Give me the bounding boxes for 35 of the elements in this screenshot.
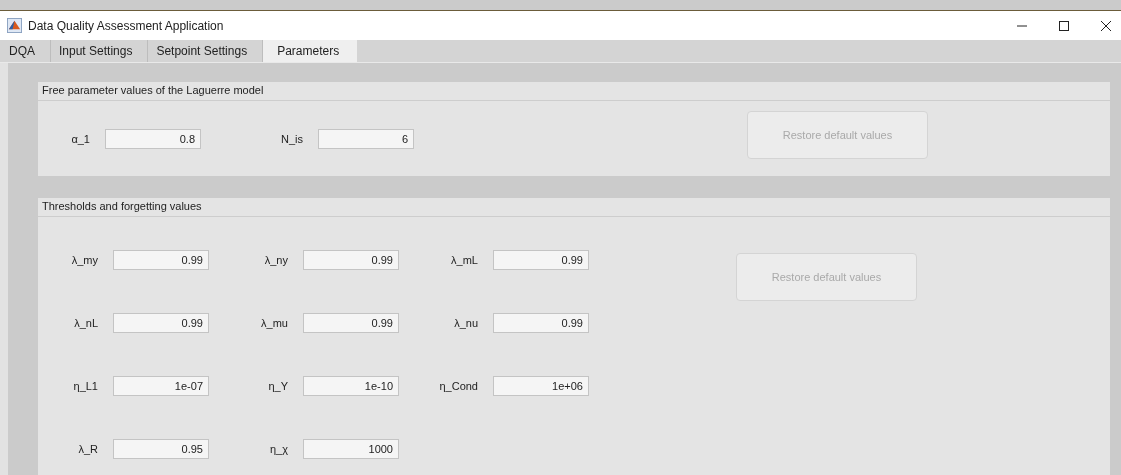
input-field[interactable]: 1000 <box>303 439 399 459</box>
tab[interactable]: Parameters <box>262 40 358 62</box>
input-field[interactable]: 0.95 <box>113 439 209 459</box>
input-field[interactable]: 0.8 <box>105 128 201 149</box>
field-label: λ_mL <box>450 254 479 266</box>
field-label: α_1 <box>70 132 91 145</box>
window-title: Data Quality Assessment Application <box>28 18 224 33</box>
panel-title: Thresholds and forgetting values <box>38 198 1110 217</box>
close-icon[interactable] <box>1100 19 1112 32</box>
field-label: λ_R <box>77 443 99 455</box>
field-label: λ_ny <box>263 254 289 266</box>
input-field[interactable]: 1e+06 <box>493 376 589 396</box>
input-field[interactable]: 6 <box>318 128 414 149</box>
input-field[interactable]: 0.99 <box>113 313 209 333</box>
input-field[interactable]: 0.99 <box>493 250 589 270</box>
maximize-icon[interactable] <box>1058 19 1070 32</box>
input-field[interactable]: 0.99 <box>113 250 209 270</box>
tab[interactable]: Input Settings <box>50 40 148 62</box>
input-field[interactable]: 0.99 <box>303 250 399 270</box>
input-field[interactable]: 1e-10 <box>303 376 399 396</box>
field-label: N_is <box>280 132 304 145</box>
field-label: λ_mu <box>260 317 289 329</box>
field-label: η_Cond <box>438 380 479 392</box>
field-label: η_χ <box>269 443 289 455</box>
input-field[interactable]: 1e-07 <box>113 376 209 396</box>
input-field[interactable]: 0.99 <box>303 313 399 333</box>
field-label: η_L1 <box>72 380 99 392</box>
panel-title: Free parameter values of the Laguerre model <box>38 82 1110 101</box>
tab[interactable]: DQA <box>0 40 50 62</box>
field-label: λ_nL <box>73 317 99 329</box>
input-field[interactable]: 0.99 <box>493 313 589 333</box>
field-label: λ_nu <box>453 317 479 329</box>
field-label: λ_my <box>70 254 99 266</box>
app-icon <box>7 18 22 34</box>
field-label: η_Y <box>267 380 289 392</box>
